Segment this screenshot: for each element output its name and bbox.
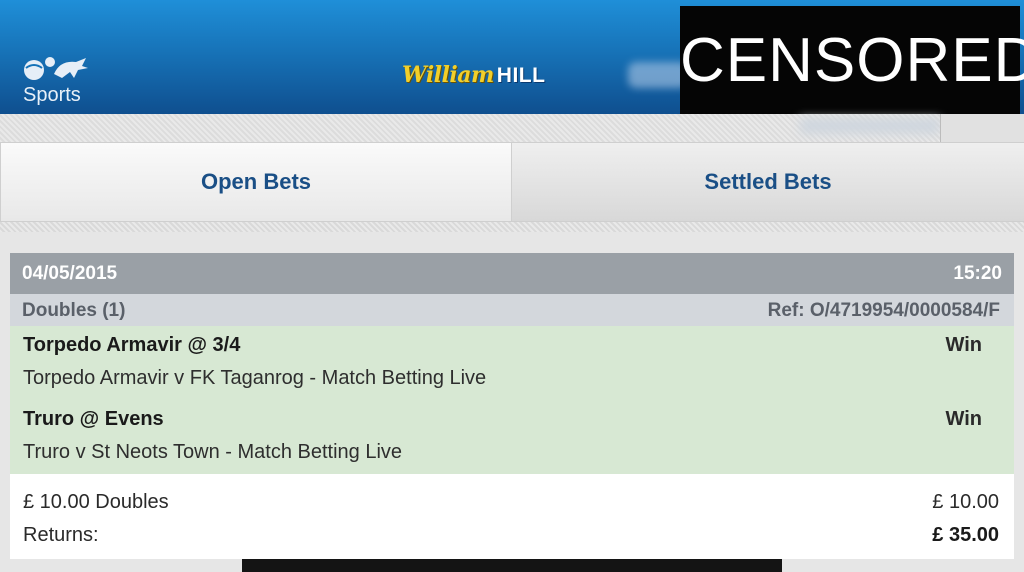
app-header: Sports William HILL CENSORED — [0, 0, 1024, 116]
censored-label: CENSORED — [680, 26, 1024, 95]
selection-name: Torpedo Armavir @ 3/4 — [23, 334, 241, 356]
bet-date-row: 04/05/2015 15:20 — [10, 253, 1014, 294]
bet-card[interactable]: 04/05/2015 15:20 Doubles (1) Ref: O/4719… — [10, 253, 1014, 559]
logo-script-text: William — [402, 62, 494, 88]
divider — [0, 222, 1024, 232]
bet-selections: Torpedo Armavir @ 3/4 Win Torpedo Armavi… — [10, 326, 1014, 474]
returns-value: £ 35.00 — [932, 524, 999, 546]
selection-event: Truro v St Neots Town - Match Betting Li… — [23, 441, 403, 463]
selection-result: Win — [945, 334, 982, 356]
tab-open-bets[interactable]: Open Bets — [0, 142, 512, 222]
censored-overlay: CENSORED — [680, 6, 1024, 116]
account-bar-button[interactable] — [940, 114, 1024, 142]
stake-label: £ 10.00 Doubles — [23, 491, 169, 513]
selection-item: Truro @ Evens Win Truro v St Neots Town … — [10, 400, 1014, 474]
selection-name: Truro @ Evens — [23, 408, 164, 430]
sports-button[interactable]: Sports — [16, 48, 100, 108]
selection-result: Win — [945, 408, 982, 430]
bet-time: 15:20 — [953, 263, 1002, 284]
logo-bold-text: HILL — [496, 64, 546, 87]
blurred-account-info — [800, 118, 940, 134]
sports-label: Sports — [23, 84, 81, 106]
tab-settled-bets[interactable]: Settled Bets — [512, 142, 1024, 222]
bet-type-row: Doubles (1) Ref: O/4719954/0000584/F — [10, 294, 1014, 326]
bet-reference: Ref: O/4719954/0000584/F — [767, 300, 1000, 321]
sports-icon — [24, 57, 88, 80]
bet-type: Doubles (1) — [22, 300, 126, 321]
bet-date: 04/05/2015 — [22, 263, 118, 284]
background-image-strip — [242, 559, 782, 572]
blurred-time — [628, 62, 688, 88]
william-hill-logo: William HILL — [402, 62, 545, 92]
stake-summary: £ 10.00 Doubles £ 10.00 Returns: £ 35.00 — [10, 474, 1014, 559]
selection-event: Torpedo Armavir v FK Taganrog - Match Be… — [23, 367, 487, 389]
returns-label: Returns: — [23, 524, 99, 546]
selection-item: Torpedo Armavir @ 3/4 Win Torpedo Armavi… — [10, 326, 1014, 400]
stake-value: £ 10.00 — [932, 491, 999, 513]
bets-tabs: Open Bets Settled Bets — [0, 142, 1024, 222]
